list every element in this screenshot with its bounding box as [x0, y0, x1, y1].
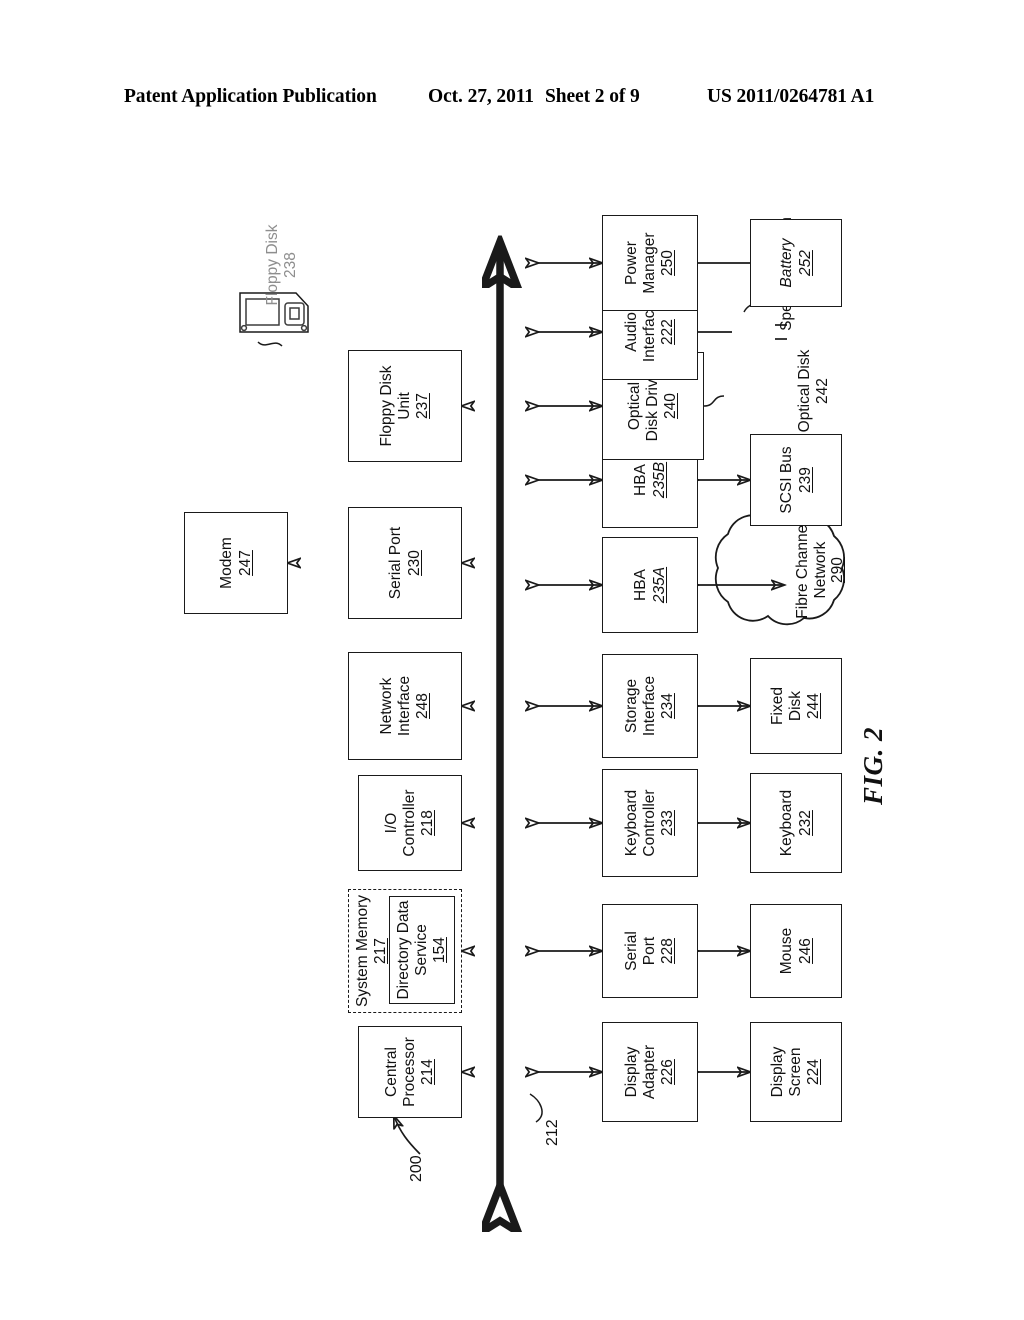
battery-label: Battery	[778, 238, 796, 288]
network-interface-ref: 248	[414, 693, 432, 719]
modem-ref: 247	[236, 550, 254, 576]
node-keyboard[interactable]: Keyboard 232	[750, 773, 842, 873]
node-network-interface[interactable]: Network Interface 248	[348, 652, 462, 760]
node-central-processor[interactable]: Central Processor 214	[358, 1026, 462, 1118]
node-system-memory[interactable]: System Memory 217 Directory Data Service …	[348, 889, 462, 1013]
display-adapter-label: Display Adapter	[623, 1044, 658, 1100]
hba-a-ref: 235A	[650, 566, 668, 604]
hba-b-ref: 235B	[650, 461, 668, 499]
bus-reference-number: 212	[544, 1119, 561, 1146]
leader-system-200	[394, 1116, 421, 1155]
floppy-disk-label: Floppy Disk	[264, 224, 281, 306]
system-reference-number: 200	[408, 1155, 425, 1182]
serial-port-230-label: Serial Port	[387, 526, 405, 600]
hba-a-label: HBA	[632, 569, 650, 601]
directory-data-service-label: Directory Data Service	[395, 900, 430, 1000]
serial-port-228-ref: 228	[659, 938, 677, 964]
publication-date: Oct. 27, 2011	[428, 86, 534, 107]
serial-port-228-label: Serial Port	[623, 931, 658, 971]
scsi-bus-label: SCSI Bus	[778, 446, 796, 514]
patent-number: US 2011/0264781 A1	[707, 86, 875, 107]
page-header: Patent Application Publication Oct. 27, …	[0, 86, 1024, 116]
fibre-channel-network-ref: 290	[829, 557, 847, 583]
keyboard-controller-label: Keyboard Controller	[623, 789, 658, 857]
node-hba-a[interactable]: HBA 235A	[602, 537, 698, 633]
fibre-channel-network-label: Fibre Channel Network	[794, 521, 829, 619]
scsi-bus-ref: 239	[796, 467, 814, 493]
floppy-disk-unit-ref: 237	[414, 393, 432, 419]
central-processor-label: Central Processor	[383, 1037, 418, 1107]
io-controller-ref: 218	[419, 810, 437, 836]
floppy-disk-unit-label: Floppy Disk Unit	[378, 365, 413, 447]
mouse-label: Mouse	[778, 927, 796, 975]
power-manager-label: Power Manager	[623, 232, 658, 294]
node-serial-port-230[interactable]: Serial Port 230	[348, 507, 462, 619]
node-power-manager[interactable]: Power Manager 250	[602, 215, 698, 311]
node-serial-port-228[interactable]: Serial Port 228	[602, 904, 698, 998]
battery-ref: 252	[796, 250, 814, 276]
sheet-number: Sheet 2 of 9	[545, 86, 640, 107]
node-display-adapter[interactable]: Display Adapter 226	[602, 1022, 698, 1122]
directory-data-service-ref: 154	[431, 937, 449, 963]
io-controller-label: I/O Controller	[383, 789, 418, 857]
optical-disk-drive-label: Optical Disk Drive	[626, 370, 661, 442]
keyboard-ref: 232	[796, 810, 814, 836]
publication-label: Patent Application Publication	[124, 86, 377, 107]
optical-disk-ref: 242	[813, 378, 831, 404]
audio-interface-ref: 222	[659, 319, 677, 345]
optical-disk-drive-ref: 240	[662, 393, 680, 419]
node-keyboard-controller[interactable]: Keyboard Controller 233	[602, 769, 698, 877]
figure-label: FIG. 2	[858, 726, 888, 806]
keyboard-label: Keyboard	[778, 789, 796, 857]
power-manager-ref: 250	[659, 250, 677, 276]
caption-optical-disk: Optical Disk 242	[796, 336, 831, 446]
floppy-disk-ref: 238	[281, 252, 299, 278]
mouse-ref: 246	[796, 938, 814, 964]
node-fixed-disk[interactable]: Fixed Disk 244	[750, 658, 842, 754]
system-memory-ref: 217	[372, 938, 390, 964]
node-io-controller[interactable]: I/O Controller 218	[358, 775, 462, 871]
node-mouse[interactable]: Mouse 246	[750, 904, 842, 998]
leader-optical-disk	[703, 395, 725, 407]
node-floppy-disk-unit[interactable]: Floppy Disk Unit 237	[348, 350, 462, 462]
serial-port-230-ref: 230	[405, 550, 423, 576]
display-screen-ref: 224	[805, 1059, 823, 1085]
display-adapter-ref: 226	[659, 1059, 677, 1085]
caption-floppy-disk: Floppy Disk 238	[264, 210, 299, 320]
caption-fibre-channel-network: Fibre Channel Network 290	[794, 510, 847, 630]
storage-interface-ref: 234	[659, 693, 677, 719]
node-storage-interface[interactable]: Storage Interface 234	[602, 654, 698, 758]
optical-disk-label: Optical Disk	[796, 349, 813, 433]
figure-2-diagram: Central Processor 214 System Memory 217 D…	[132, 215, 892, 1218]
central-processor-ref: 214	[419, 1059, 437, 1085]
node-directory-data-service[interactable]: Directory Data Service 154	[389, 896, 455, 1004]
leader-bus-212	[529, 1093, 543, 1123]
leader-floppy-disk	[257, 341, 283, 347]
keyboard-controller-ref: 233	[659, 810, 677, 836]
node-modem[interactable]: Modem 247	[184, 512, 288, 614]
network-interface-label: Network Interface	[378, 675, 413, 737]
display-screen-label: Display Screen	[769, 1046, 804, 1098]
fixed-disk-ref: 244	[805, 693, 823, 719]
node-battery[interactable]: Battery 252	[750, 219, 842, 307]
modem-label: Modem	[218, 537, 236, 589]
hba-b-label: HBA	[632, 464, 650, 496]
node-scsi-bus[interactable]: SCSI Bus 239	[750, 434, 842, 526]
node-display-screen[interactable]: Display Screen 224	[750, 1022, 842, 1122]
fixed-disk-label: Fixed Disk	[769, 687, 804, 725]
system-memory-label: System Memory	[354, 895, 371, 1007]
storage-interface-label: Storage Interface	[623, 675, 658, 737]
